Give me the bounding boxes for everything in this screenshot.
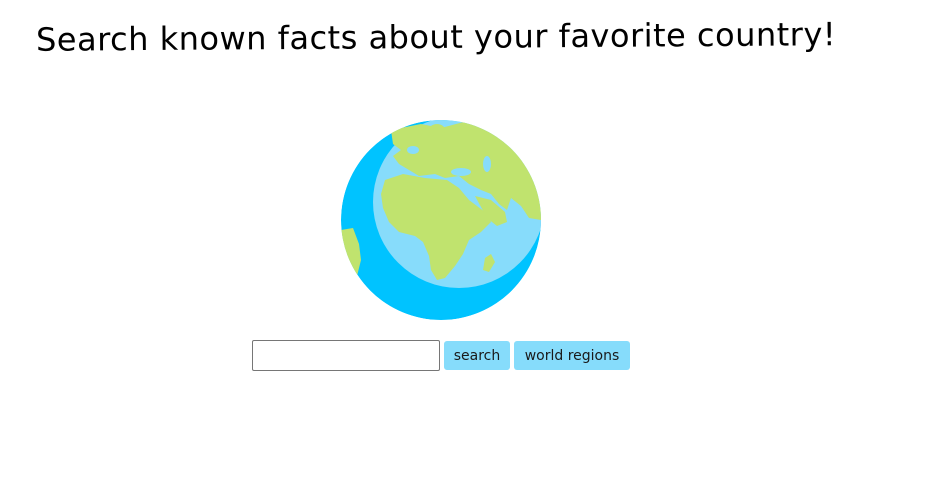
search-input[interactable]	[252, 340, 440, 371]
world-regions-button[interactable]: world regions	[514, 341, 630, 370]
globe-icon	[341, 120, 541, 320]
search-form: search world regions	[252, 340, 630, 371]
page-title: Search known facts about your favorite c…	[35, 15, 837, 59]
search-button[interactable]: search	[444, 341, 510, 370]
